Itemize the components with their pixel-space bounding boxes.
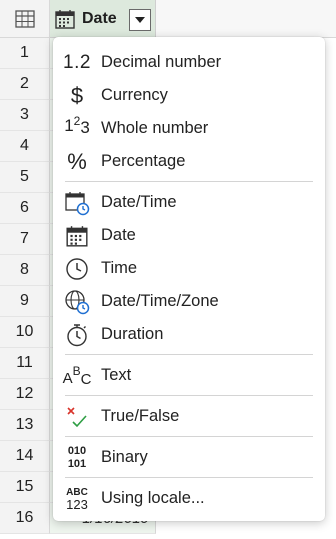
menu-item-text[interactable]: ABC Text bbox=[53, 359, 325, 392]
table-corner[interactable] bbox=[0, 0, 50, 38]
menu-item-time[interactable]: Time bbox=[53, 252, 325, 285]
row-number[interactable]: 12 bbox=[0, 379, 50, 410]
calendar-icon bbox=[53, 224, 101, 248]
row-number[interactable]: 15 bbox=[0, 472, 50, 503]
column-header-date[interactable]: Date bbox=[50, 0, 156, 38]
table-icon bbox=[14, 9, 35, 28]
row-number[interactable]: 7 bbox=[0, 224, 50, 255]
row-number[interactable]: 16 bbox=[0, 503, 50, 534]
decimal-icon: 1.2 bbox=[63, 51, 91, 73]
menu-item-percentage[interactable]: % Percentage bbox=[53, 145, 325, 178]
row-number[interactable]: 14 bbox=[0, 441, 50, 472]
row-number[interactable]: 6 bbox=[0, 193, 50, 224]
clock-icon bbox=[53, 257, 101, 281]
percentage-icon: % bbox=[67, 148, 87, 174]
locale-icon: ABC 123 bbox=[66, 487, 88, 512]
caret-down-icon bbox=[135, 17, 145, 23]
row-number[interactable]: 1 bbox=[0, 38, 50, 69]
menu-item-datetimezone[interactable]: Date/Time/Zone bbox=[53, 285, 325, 318]
row-number[interactable]: 9 bbox=[0, 286, 50, 317]
binary-icon: 010 101 bbox=[67, 444, 87, 470]
menu-item-whole-number[interactable]: 123 Whole number bbox=[53, 112, 325, 145]
column-header-label: Date bbox=[82, 9, 117, 27]
stopwatch-icon bbox=[53, 323, 101, 347]
datetime-icon bbox=[53, 190, 101, 216]
menu-item-decimal-number[interactable]: 1.2 Decimal number bbox=[53, 46, 325, 79]
row-number[interactable]: 3 bbox=[0, 100, 50, 131]
menu-separator bbox=[65, 354, 313, 355]
column-dropdown-button[interactable] bbox=[129, 9, 151, 31]
menu-separator bbox=[65, 436, 313, 437]
menu-item-date[interactable]: Date bbox=[53, 219, 325, 252]
header-empty-area bbox=[156, 0, 336, 38]
row-number[interactable]: 10 bbox=[0, 317, 50, 348]
row-number[interactable]: 2 bbox=[0, 69, 50, 100]
row-number[interactable]: 11 bbox=[0, 348, 50, 379]
menu-separator bbox=[65, 181, 313, 182]
menu-item-currency[interactable]: $ Currency bbox=[53, 79, 325, 112]
data-type-menu: 1.2 Decimal number $ Currency 123 Whole … bbox=[53, 37, 325, 521]
menu-item-duration[interactable]: Duration bbox=[53, 318, 325, 351]
menu-item-true-false[interactable]: True/False bbox=[53, 400, 325, 433]
text-abc-icon: ABC bbox=[62, 363, 92, 389]
menu-item-datetime[interactable]: Date/Time bbox=[53, 186, 325, 219]
calendar-icon[interactable] bbox=[54, 8, 76, 30]
whole-number-icon: 123 bbox=[64, 113, 90, 137]
currency-icon: $ bbox=[70, 82, 84, 108]
row-number[interactable]: 4 bbox=[0, 131, 50, 162]
menu-item-binary[interactable]: 010 101 Binary bbox=[53, 441, 325, 474]
menu-separator bbox=[65, 477, 313, 478]
menu-separator bbox=[65, 395, 313, 396]
true-false-icon bbox=[53, 405, 101, 429]
row-number[interactable]: 5 bbox=[0, 162, 50, 193]
row-number[interactable]: 8 bbox=[0, 255, 50, 286]
globe-clock-icon bbox=[53, 289, 101, 315]
row-number[interactable]: 13 bbox=[0, 410, 50, 441]
menu-item-using-locale[interactable]: ABC 123 Using locale... bbox=[53, 482, 325, 515]
